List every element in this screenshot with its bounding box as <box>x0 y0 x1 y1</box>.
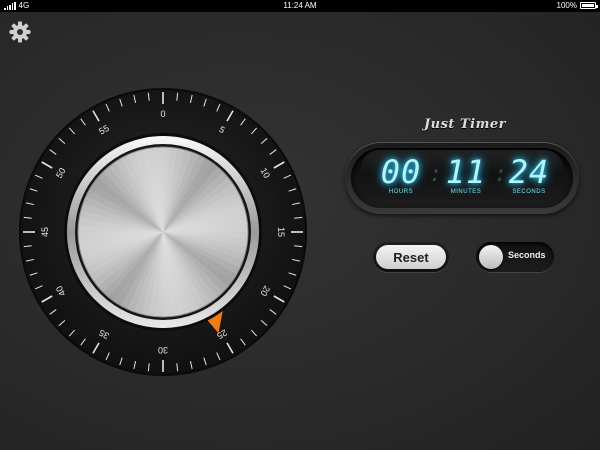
dial-label: 30 <box>158 345 168 355</box>
seconds-value: 24 <box>508 153 550 191</box>
status-right: 100% <box>556 1 598 10</box>
app-logo: Just Timer <box>424 117 506 132</box>
dial-knob-texture <box>78 147 248 317</box>
dial-label: 15 <box>276 227 286 237</box>
dial-label: 45 <box>40 227 50 237</box>
seconds-toggle[interactable]: Seconds <box>476 242 554 272</box>
seconds-toggle-label: Seconds <box>508 250 546 260</box>
seconds-unit: 24 Seconds <box>501 154 557 195</box>
reset-button-label: Reset <box>376 245 446 269</box>
time-display: 00 Hours : 11 Minutes : 24 Seconds <box>345 142 579 214</box>
battery-percent: 100% <box>556 1 577 10</box>
gear-icon <box>9 21 31 43</box>
status-bar: 4G 11:24 AM 100% <box>0 0 600 12</box>
dial-graphic: 0510152025303540455055 <box>19 88 307 376</box>
hours-value: 00 <box>380 153 422 191</box>
status-time: 11:24 AM <box>283 1 317 10</box>
minutes-value: 11 <box>445 153 487 191</box>
settings-button[interactable] <box>9 21 31 43</box>
timer-dial[interactable]: 0 5 10 15 20 25 30 35 40 45 50 55 <box>18 87 308 377</box>
toggle-knob[interactable] <box>479 245 503 269</box>
battery-icon <box>580 2 598 9</box>
hours-unit: 00 Hours <box>373 154 429 195</box>
reset-button[interactable]: Reset <box>373 242 449 272</box>
dial-label: 0 <box>160 109 165 119</box>
time-display-screen: 00 Hours : 11 Minutes : 24 Seconds <box>351 148 573 208</box>
minutes-unit: 11 Minutes <box>438 154 494 195</box>
